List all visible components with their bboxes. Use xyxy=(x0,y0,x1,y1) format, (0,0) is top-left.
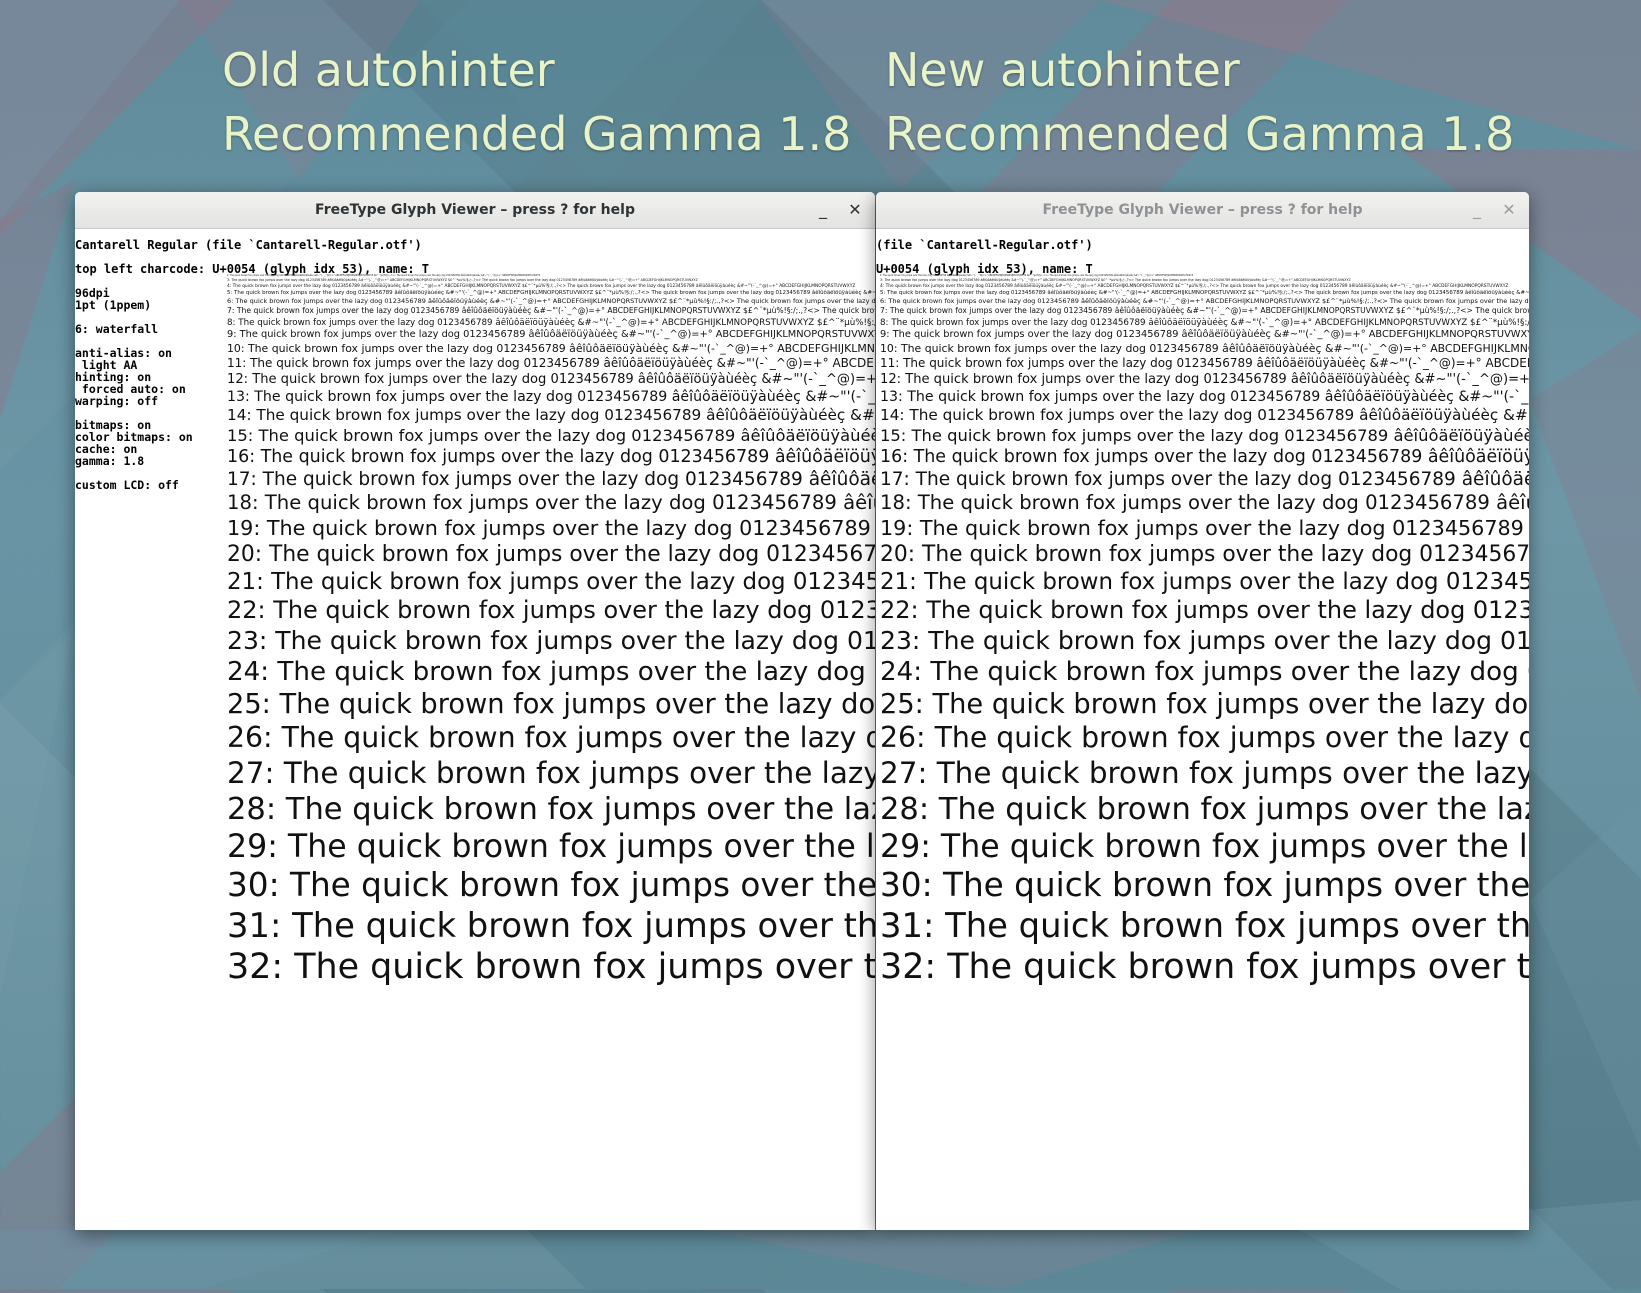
waterfall-line-11: 11: The quick brown fox jumps over the l… xyxy=(880,355,1529,370)
waterfall-line-24: 24: The quick brown fox jumps over the l… xyxy=(227,657,875,688)
waterfall-line-28: 28: The quick brown fox jumps over the l… xyxy=(880,792,1529,828)
caption-left: Old autohinter Recommended Gamma 1.8 xyxy=(222,38,851,166)
setting-warping: warping: off xyxy=(75,394,159,408)
waterfall-area-right: 1: The quick brown fox jumps over the la… xyxy=(880,271,1529,1230)
waterfall-line-13: 13: The quick brown fox jumps over the l… xyxy=(227,389,875,406)
waterfall-line-1: 1: The quick brown fox jumps over the la… xyxy=(227,271,383,272)
waterfall-line-21: 21: The quick brown fox jumps over the l… xyxy=(227,569,875,596)
waterfall-line-20: 20: The quick brown fox jumps over the l… xyxy=(880,542,1529,568)
waterfall-line-31: 31: The quick brown fox jumps over the l… xyxy=(880,905,1529,945)
waterfall-line-23: 23: The quick brown fox jumps over the l… xyxy=(227,625,875,655)
waterfall-line-10: 10: The quick brown fox jumps over the l… xyxy=(227,341,875,355)
waterfall-line-28: 28: The quick brown fox jumps over the l… xyxy=(227,792,875,828)
waterfall-line-26: 26: The quick brown fox jumps over the l… xyxy=(227,721,875,755)
waterfall-line-5: 5: The quick brown fox jumps over the la… xyxy=(227,290,875,297)
waterfall-line-10: 10: The quick brown fox jumps over the l… xyxy=(880,341,1529,355)
waterfall-line-18: 18: The quick brown fox jumps over the l… xyxy=(227,491,875,515)
waterfall-line-26: 26: The quick brown fox jumps over the l… xyxy=(880,721,1529,755)
titlebar-right[interactable]: FreeType Glyph Viewer – press ? for help… xyxy=(876,192,1529,229)
font-info-line: Cantarell Regular (file `Cantarell-Regul… xyxy=(75,238,422,252)
waterfall-line-6: 6: The quick brown fox jumps over the la… xyxy=(227,296,875,305)
waterfall-line-22: 22: The quick brown fox jumps over the l… xyxy=(880,596,1529,625)
waterfall-line-19: 19: The quick brown fox jumps over the l… xyxy=(880,515,1529,540)
waterfall-line-2: 2: The quick brown fox jumps over the la… xyxy=(880,273,1194,277)
caption-right-line2: Recommended Gamma 1.8 xyxy=(885,107,1515,161)
waterfall-line-8: 8: The quick brown fox jumps over the la… xyxy=(880,317,1529,328)
waterfall-line-3: 3: The quick brown fox jumps over the la… xyxy=(880,277,1351,282)
waterfall-line-25: 25: The quick brown fox jumps over the l… xyxy=(880,689,1529,721)
waterfall-line-4: 4: The quick brown fox jumps over the la… xyxy=(227,283,856,289)
waterfall-line-27: 27: The quick brown fox jumps over the l… xyxy=(227,755,875,790)
titlebar-left[interactable]: FreeType Glyph Viewer – press ? for help… xyxy=(75,192,875,229)
waterfall-line-17: 17: The quick brown fox jumps over the l… xyxy=(880,469,1529,491)
waterfall-line-2: 2: The quick brown fox jumps over the la… xyxy=(227,273,541,277)
viewer-canvas-right[interactable]: (file `Cantarell-Regular.otf') U+0054 (g… xyxy=(876,229,1529,1230)
waterfall-line-5: 5: The quick brown fox jumps over the la… xyxy=(880,290,1529,297)
setting-mode: 6: waterfall xyxy=(75,322,159,336)
waterfall-line-23: 23: The quick brown fox jumps over the l… xyxy=(880,625,1529,655)
waterfall-line-32: 32: The quick brown fox jumps over the l… xyxy=(227,947,875,988)
waterfall-line-14: 14: The quick brown fox jumps over the l… xyxy=(880,406,1529,425)
viewer-canvas-left[interactable]: Cantarell Regular (file `Cantarell-Regul… xyxy=(75,229,875,1230)
waterfall-line-21: 21: The quick brown fox jumps over the l… xyxy=(880,569,1529,596)
waterfall-line-30: 30: The quick brown fox jumps over the l… xyxy=(880,866,1529,905)
waterfall-line-4: 4: The quick brown fox jumps over the la… xyxy=(880,283,1509,289)
waterfall-line-19: 19: The quick brown fox jumps over the l… xyxy=(227,515,875,540)
waterfall-line-9: 9: The quick brown fox jumps over the la… xyxy=(227,329,875,341)
waterfall-line-30: 30: The quick brown fox jumps over the l… xyxy=(227,866,875,905)
close-icon[interactable]: ✕ xyxy=(843,198,867,222)
waterfall-line-20: 20: The quick brown fox jumps over the l… xyxy=(227,542,875,568)
waterfall-line-18: 18: The quick brown fox jumps over the l… xyxy=(880,491,1529,515)
caption-left-line1: Old autohinter xyxy=(222,43,555,97)
waterfall-line-15: 15: The quick brown fox jumps over the l… xyxy=(880,425,1529,445)
waterfall-line-16: 16: The quick brown fox jumps over the l… xyxy=(880,447,1529,468)
glyph-viewer-window-right: FreeType Glyph Viewer – press ? for help… xyxy=(876,192,1529,1230)
minimize-icon[interactable]: _ xyxy=(811,198,835,222)
waterfall-line-14: 14: The quick brown fox jumps over the l… xyxy=(227,406,875,425)
font-info-line: (file `Cantarell-Regular.otf') xyxy=(876,238,1093,252)
caption-right-line1: New autohinter xyxy=(885,43,1240,97)
waterfall-line-7: 7: The quick brown fox jumps over the la… xyxy=(227,306,875,316)
waterfall-line-25: 25: The quick brown fox jumps over the l… xyxy=(227,689,875,721)
settings-panel: 96dpi 1pt (1ppem) 6: waterfall anti-alia… xyxy=(75,287,193,491)
waterfall-area-left: 1: The quick brown fox jumps over the la… xyxy=(227,271,875,1230)
glyph-viewer-window-left: FreeType Glyph Viewer – press ? for help… xyxy=(75,192,875,1230)
window-title-left: FreeType Glyph Viewer – press ? for help xyxy=(315,202,635,218)
waterfall-line-12: 12: The quick brown fox jumps over the l… xyxy=(227,372,875,388)
waterfall-line-1: 1: The quick brown fox jumps over the la… xyxy=(880,271,1036,272)
waterfall-line-6: 6: The quick brown fox jumps over the la… xyxy=(880,296,1529,305)
minimize-icon[interactable]: _ xyxy=(1465,198,1489,222)
caption-left-line2: Recommended Gamma 1.8 xyxy=(222,107,852,161)
waterfall-line-13: 13: The quick brown fox jumps over the l… xyxy=(880,389,1529,406)
setting-ppem: 1pt (1ppem) xyxy=(75,298,152,312)
close-icon[interactable]: ✕ xyxy=(1497,198,1521,222)
waterfall-line-9: 9: The quick brown fox jumps over the la… xyxy=(880,329,1529,341)
waterfall-line-15: 15: The quick brown fox jumps over the l… xyxy=(227,425,875,445)
waterfall-line-32: 32: The quick brown fox jumps over the l… xyxy=(880,947,1529,988)
waterfall-line-8: 8: The quick brown fox jumps over the la… xyxy=(227,317,875,328)
waterfall-line-29: 29: The quick brown fox jumps over the l… xyxy=(880,829,1529,866)
waterfall-line-29: 29: The quick brown fox jumps over the l… xyxy=(227,829,875,866)
waterfall-line-3: 3: The quick brown fox jumps over the la… xyxy=(227,277,698,282)
caption-right: New autohinter Recommended Gamma 1.8 xyxy=(885,38,1514,166)
setting-gamma: gamma: 1.8 xyxy=(75,454,145,468)
setting-custom-lcd: custom LCD: off xyxy=(75,478,179,492)
waterfall-line-24: 24: The quick brown fox jumps over the l… xyxy=(880,657,1529,688)
waterfall-line-7: 7: The quick brown fox jumps over the la… xyxy=(880,306,1529,316)
waterfall-line-12: 12: The quick brown fox jumps over the l… xyxy=(880,372,1529,388)
window-title-right: FreeType Glyph Viewer – press ? for help xyxy=(1042,202,1363,218)
waterfall-line-17: 17: The quick brown fox jumps over the l… xyxy=(227,469,875,491)
waterfall-line-16: 16: The quick brown fox jumps over the l… xyxy=(227,447,875,468)
waterfall-line-22: 22: The quick brown fox jumps over the l… xyxy=(227,596,875,625)
waterfall-line-31: 31: The quick brown fox jumps over the l… xyxy=(227,905,875,945)
waterfall-line-11: 11: The quick brown fox jumps over the l… xyxy=(227,355,875,370)
waterfall-line-27: 27: The quick brown fox jumps over the l… xyxy=(880,755,1529,790)
